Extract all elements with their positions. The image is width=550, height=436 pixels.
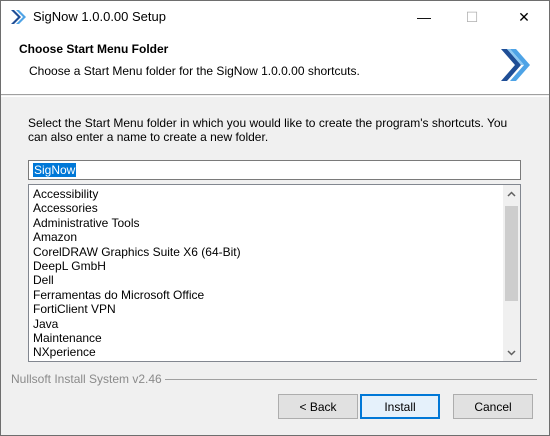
setup-window: SigNow 1.0.0.00 Setup — ☐ ✕ Choose Start… [0, 0, 550, 436]
scroll-up-arrow-icon[interactable] [503, 185, 520, 202]
folder-list-item[interactable]: Dell [29, 273, 499, 287]
window-title: SigNow 1.0.0.00 Setup [33, 9, 166, 24]
folder-list-item[interactable]: NXperience [29, 345, 499, 359]
instructions-text: Select the Start Menu folder in which yo… [28, 116, 508, 144]
folder-list-item[interactable]: CorelDRAW Graphics Suite X6 (64-Bit) [29, 245, 499, 259]
folder-list-item[interactable]: Accessibility [29, 187, 499, 201]
folder-list-item[interactable]: DeepL GmbH [29, 259, 499, 273]
folder-list-item[interactable]: Amazon [29, 230, 499, 244]
nsis-chevron-logo-icon [501, 49, 530, 81]
folder-list-item[interactable]: FortiClient VPN [29, 302, 499, 316]
start-menu-folder-list[interactable]: Accessibility Accessories Administrative T… [28, 184, 521, 362]
cancel-button[interactable]: Cancel [453, 394, 533, 419]
page-title: Choose Start Menu Folder [19, 42, 169, 56]
folder-list-item[interactable]: Ferramentas do Microsoft Office [29, 288, 499, 302]
app-icon [11, 10, 26, 24]
folder-list-item[interactable]: Java [29, 317, 499, 331]
branding-divider [165, 379, 537, 380]
list-scrollbar[interactable] [503, 185, 520, 361]
folder-list-items: Accessibility Accessories Administrative T… [29, 187, 499, 360]
header-separator [1, 96, 549, 97]
scroll-down-arrow-icon[interactable] [503, 344, 520, 361]
branding-text: Nullsoft Install System v2.46 [11, 372, 162, 386]
scroll-thumb[interactable] [505, 206, 518, 301]
close-button[interactable]: ✕ [501, 1, 547, 33]
folder-list-item[interactable]: Administrative Tools [29, 216, 499, 230]
folder-list-item[interactable]: Maintenance [29, 331, 499, 345]
selected-folder-text: SigNow [33, 163, 77, 177]
install-button[interactable]: Install [360, 394, 440, 419]
start-menu-folder-input[interactable]: SigNow [28, 160, 521, 180]
page-subtitle: Choose a Start Menu folder for the SigNo… [29, 64, 360, 78]
minimize-button[interactable]: — [401, 1, 447, 33]
folder-list-item[interactable]: Accessories [29, 201, 499, 215]
wizard-header: Choose Start Menu Folder Choose a Start … [1, 33, 549, 95]
back-button[interactable]: < Back [278, 394, 358, 419]
title-bar[interactable]: SigNow 1.0.0.00 Setup — ☐ ✕ [1, 1, 549, 33]
maximize-button[interactable]: ☐ [449, 1, 495, 33]
